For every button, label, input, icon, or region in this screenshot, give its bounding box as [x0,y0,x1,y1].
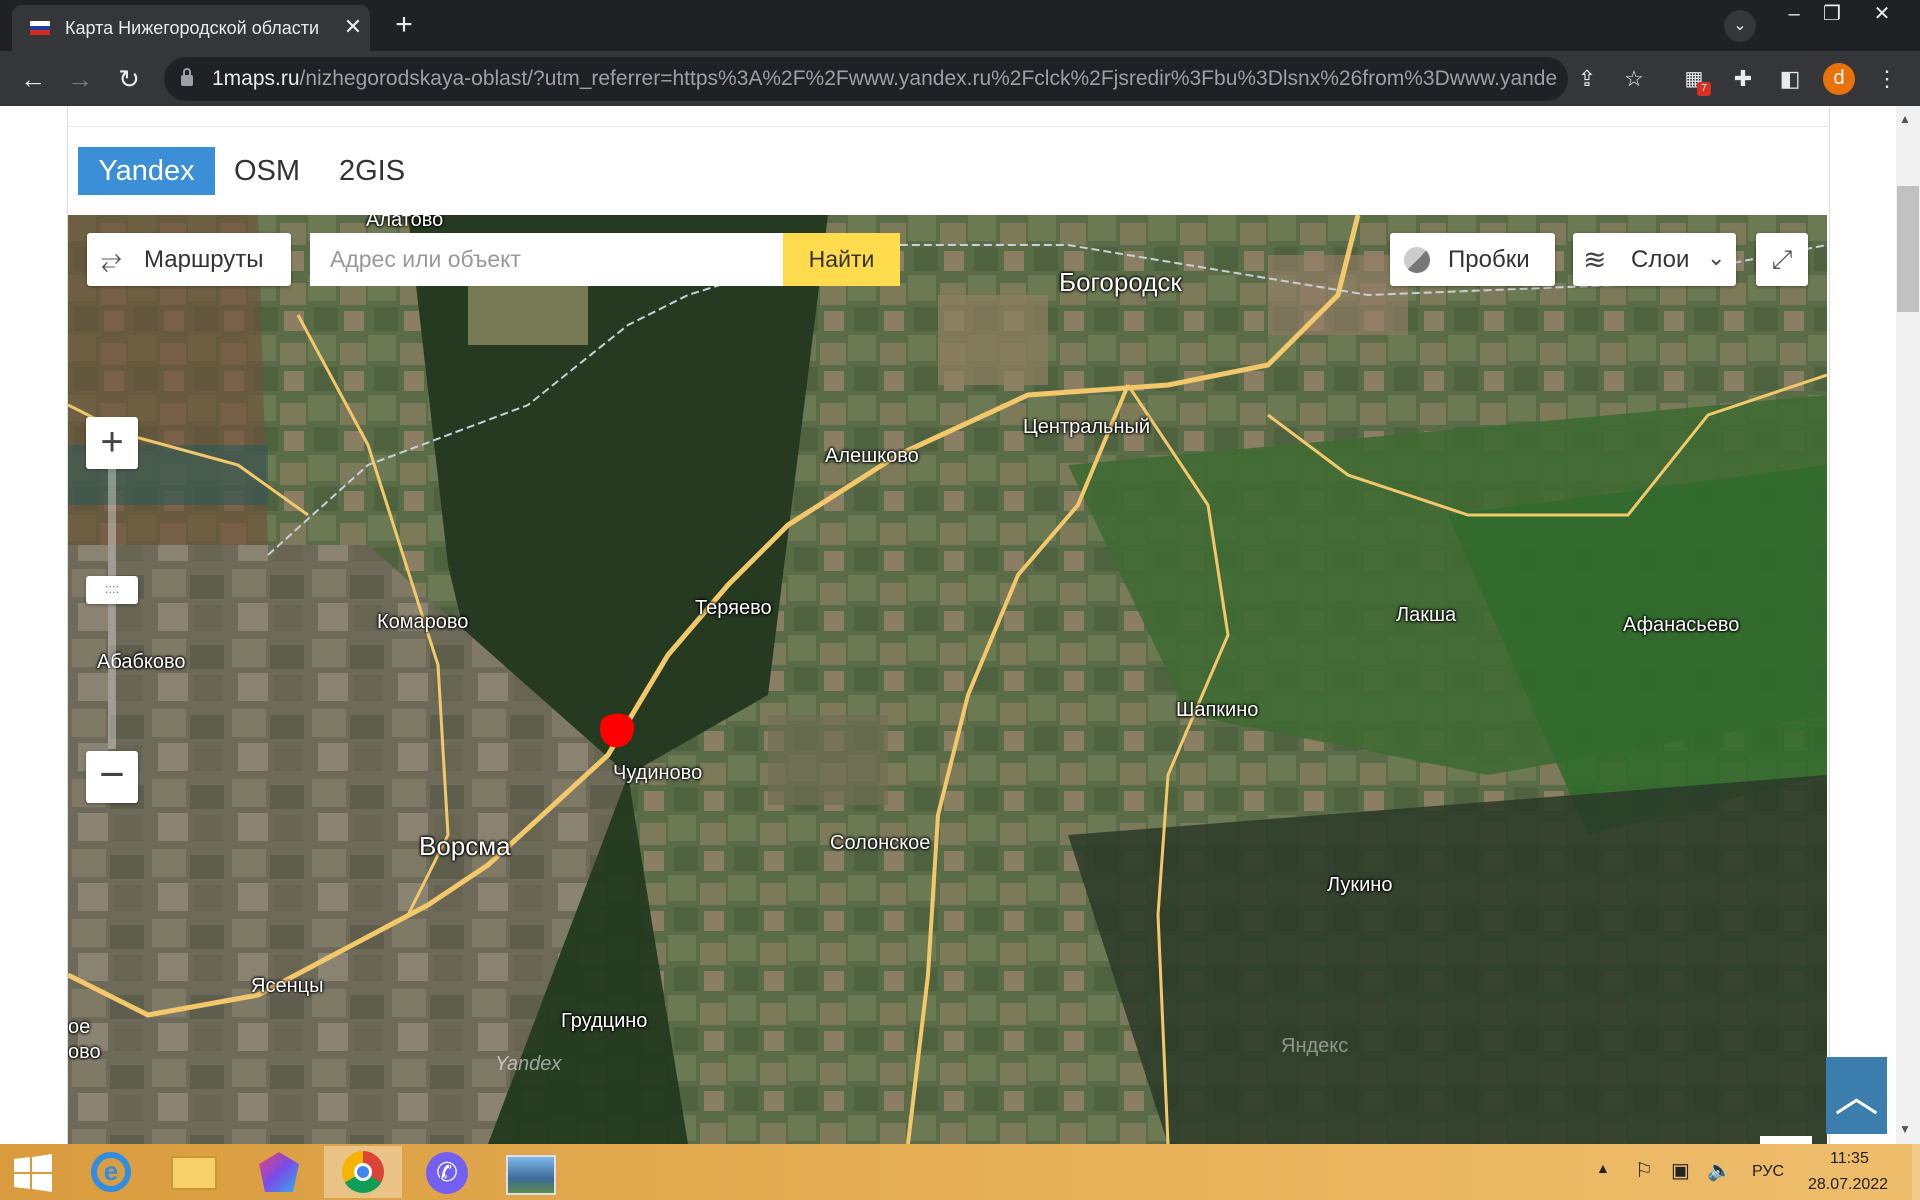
scroll-top-button[interactable]: ︿ [1826,1057,1887,1134]
clock-time[interactable]: 11:35 [1830,1150,1869,1168]
network-icon[interactable]: ▣ [1671,1158,1690,1183]
zoom-out-button[interactable]: − [86,751,138,803]
forward-icon[interactable]: → [63,62,97,96]
windows-start-icon[interactable] [12,1152,54,1194]
place-label[interactable]: Ясенцы [251,975,323,998]
share-icon[interactable]: ⇪ [1570,62,1604,96]
url-host: 1maps.ru [212,67,300,90]
language-indicator[interactable]: РУС [1752,1163,1784,1181]
tab-close-icon[interactable]: ✕ [339,13,367,41]
tab-osm[interactable]: OSM [228,147,306,195]
tab-search-icon[interactable]: ⌄ [1724,10,1756,42]
place-label[interactable]: ое [68,1016,90,1039]
tab-title: Карта Нижегородской области [65,18,320,38]
routes-label: Маршруты [144,246,264,273]
place-label[interactable]: Богородск [1059,267,1182,298]
reload-icon[interactable]: ↻ [112,62,146,96]
lock-icon[interactable] [180,67,194,87]
yandex-watermark: Yandex [495,1053,562,1075]
place-label[interactable]: Алешково [825,445,919,468]
place-label[interactable]: ово [68,1041,101,1064]
chevron-down-icon: ⌄ [1707,245,1726,270]
place-label[interactable]: Лакша [1396,604,1456,627]
restore-icon[interactable]: ❐ [1812,0,1852,30]
browser-tab[interactable]: Карта Нижегородской области ✕ [12,5,370,51]
tab-2gis[interactable]: 2GIS [330,147,414,195]
puzzle-icon[interactable]: ✚ [1726,62,1760,96]
tray-expand-icon[interactable]: ▲ [1596,1160,1610,1176]
url-path: /nizhegorodskaya-oblast/?utm_referrer=ht… [299,67,1558,90]
scroll-up-arrow[interactable]: ▲ [1899,112,1911,126]
place-label[interactable]: Лукино [1327,874,1392,897]
back-icon[interactable]: ← [16,62,50,96]
layers-label: Слои [1631,246,1690,273]
place-label[interactable]: Чудиново [613,762,702,785]
search-input[interactable] [310,233,783,286]
layers-icon: ≋ [1583,244,1607,275]
zoom-slider-handle[interactable]: :::: [86,576,138,604]
place-label[interactable]: Алатово [366,215,443,232]
zoom-in-button[interactable]: + [86,417,138,469]
new-tab-button[interactable]: + [388,10,420,42]
tab-yandex[interactable]: Yandex [78,147,215,195]
fullscreen-icon[interactable]: ⤢ [1756,233,1808,286]
traffic-button[interactable]: Пробки [1390,233,1555,286]
flag-notification-icon[interactable]: ⚐ [1635,1158,1653,1183]
chrome-icon[interactable] [324,1146,402,1198]
place-label[interactable]: Афанасьево [1623,614,1739,637]
divider [67,126,1828,127]
satellite-map[interactable]: Богородск Центральный Алешково Теряево К… [68,215,1827,1144]
scroll-down-arrow[interactable]: ▼ [1899,1122,1911,1136]
traffic-label: Пробки [1448,246,1530,273]
route-icon: ⥂ [101,244,122,274]
place-label[interactable]: Ворсма [419,831,511,862]
place-label[interactable]: Грудцино [561,1010,647,1033]
photos-icon[interactable] [492,1146,570,1198]
yandex-watermark-ru: Яндекс [1281,1035,1349,1057]
traffic-icon [1404,247,1430,273]
russia-flag-icon [30,21,50,35]
place-label[interactable]: Солонское [830,832,930,855]
find-button[interactable]: Найти [783,233,900,286]
place-label[interactable]: Комарово [377,611,468,634]
minimize-icon[interactable]: – [1774,0,1814,30]
side-panel-icon[interactable]: ◧ [1773,62,1807,96]
viber-icon[interactable]: ✆ [408,1146,486,1198]
extension-badge: 7 [1697,82,1711,96]
bookmark-star-icon[interactable]: ☆ [1617,62,1651,96]
volume-icon[interactable]: 🔈 [1707,1158,1732,1183]
layers-button[interactable]: ≋ Слои ⌄ [1573,233,1736,286]
map-imagery [68,215,1827,1144]
scrollbar-thumb[interactable] [1897,186,1919,312]
place-label[interactable]: Шапкино [1176,699,1258,722]
place-label[interactable]: Теряево [695,597,772,620]
menu-icon[interactable]: ⋮ [1870,62,1904,96]
routes-button[interactable]: ⥂ Маршруты [87,233,291,286]
place-label[interactable]: Центральный [1023,416,1150,439]
app-gem-icon[interactable] [240,1146,318,1198]
profile-avatar[interactable]: d [1823,63,1855,95]
file-explorer-icon[interactable] [155,1146,233,1198]
map-control-edge [1760,1136,1812,1144]
url-text[interactable]: 1maps.ru/nizhegorodskaya-oblast/?utm_ref… [212,67,1558,91]
internet-explorer-icon[interactable]: e [72,1146,150,1198]
show-desktop-button[interactable] [1912,1144,1920,1200]
clock-date[interactable]: 28.07.2022 [1808,1176,1888,1194]
zoom-slider-track[interactable] [108,469,116,749]
close-window-icon[interactable]: ✕ [1862,0,1902,30]
